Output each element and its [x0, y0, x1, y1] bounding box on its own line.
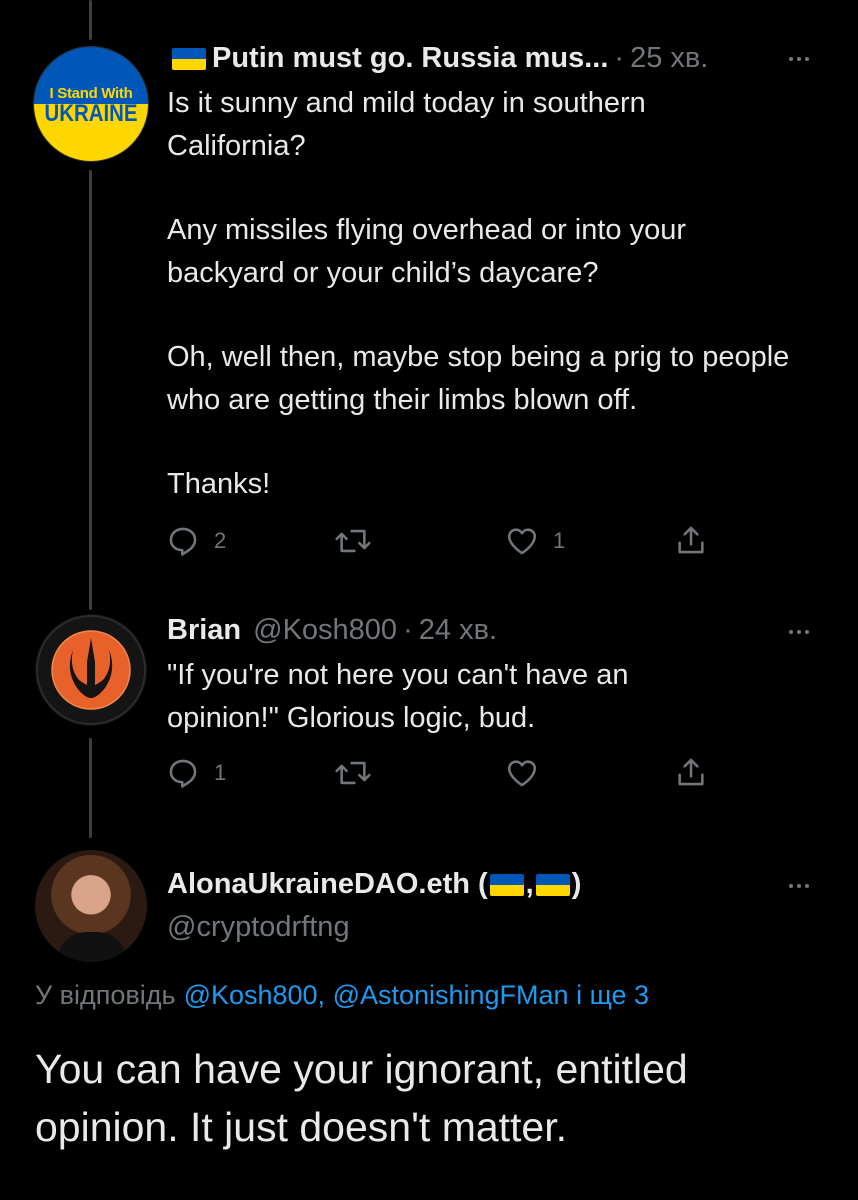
tweet-2-author-name[interactable]: Brian [167, 614, 241, 647]
tweet-1-paragraph: Any missiles flying overhead or into you… [167, 214, 687, 289]
avatar-ukraine[interactable]: I Stand With UKRAINE [33, 46, 149, 162]
tweet-1-paragraph: Thanks! [167, 468, 271, 500]
retweet-button[interactable] [334, 756, 372, 790]
focused-header: AlonaUkraineDAO.eth ( , ) [167, 868, 581, 901]
avatar-text-line2: UKRAINE [44, 100, 138, 127]
ukraine-flag-icon [489, 873, 524, 896]
rebel-alliance-icon [36, 615, 146, 725]
separator-dot: · [614, 42, 625, 74]
tweet-2-header: Brian @Kosh800 · 24 хв. [167, 614, 497, 647]
tweet-2-handle[interactable]: @Kosh800 [253, 614, 397, 647]
focused-author-name[interactable]: AlonaUkraineDAO.eth ( [167, 868, 488, 901]
heart-icon [507, 528, 537, 555]
reply-icon [169, 527, 197, 556]
name-end: ) [571, 868, 582, 900]
share-icon [678, 526, 704, 554]
like-button[interactable]: 1 [505, 524, 565, 558]
tweet-2-paragraph: "If you're not here you can't have an op… [167, 659, 629, 734]
share-icon [678, 758, 704, 786]
ukraine-flag-icon [535, 873, 570, 896]
retweet-button[interactable] [334, 524, 372, 558]
reply-button[interactable]: 2 [166, 524, 226, 558]
reply-count: 2 [214, 528, 227, 553]
tweet-1-author-name[interactable]: Putin must go. Russia mus... [212, 42, 608, 75]
thread-line-bottom [89, 738, 92, 838]
tweet-1-header: Putin must go. Russia mus... · 25 хв. [172, 42, 708, 75]
thread-line-middle [89, 170, 92, 610]
share-button[interactable] [674, 522, 708, 558]
more-options-icon[interactable] [789, 630, 809, 634]
avatar-brian[interactable] [35, 614, 147, 726]
more-options-icon[interactable] [789, 57, 809, 61]
share-button[interactable] [674, 754, 708, 790]
reply-button[interactable]: 1 [166, 756, 226, 790]
reply-count: 1 [214, 760, 227, 785]
retweet-icon [335, 761, 371, 785]
tweet-1-paragraph: Is it sunny and mild today in southern C… [167, 87, 646, 162]
tweet-1-time[interactable]: 25 хв. [630, 42, 708, 75]
reply-icon [169, 759, 197, 788]
focused-handle[interactable]: @cryptodrftng [167, 911, 350, 944]
retweet-icon [335, 529, 371, 553]
like-count: 1 [553, 528, 566, 553]
tweet-2-time[interactable]: 24 хв. [419, 614, 497, 647]
avatar-alona[interactable] [35, 850, 147, 962]
like-button[interactable] [505, 756, 539, 790]
more-options-icon[interactable] [789, 884, 809, 888]
heart-icon [507, 760, 537, 787]
tweet-2-text: "If you're not here you can't have an op… [167, 654, 727, 739]
ukraine-flag-icon [172, 47, 206, 70]
tweet-1-text: Is it sunny and mild today in southern C… [167, 82, 789, 506]
reply-mentions-link[interactable]: @Kosh800, @AstonishingFMan і ще 3 [184, 980, 649, 1011]
name-separator: , [525, 868, 534, 900]
reply-context: У відповідь @Kosh800, @AstonishingFMan і… [35, 980, 649, 1011]
focused-text: You can have your ignorant, entitled opi… [35, 1046, 688, 1150]
reply-prefix: У відповідь [35, 980, 176, 1010]
thread-line-top [89, 0, 92, 40]
separator-dot: · [403, 614, 413, 646]
tweet-1-paragraph: Oh, well then, maybe stop being a prig t… [167, 341, 790, 416]
